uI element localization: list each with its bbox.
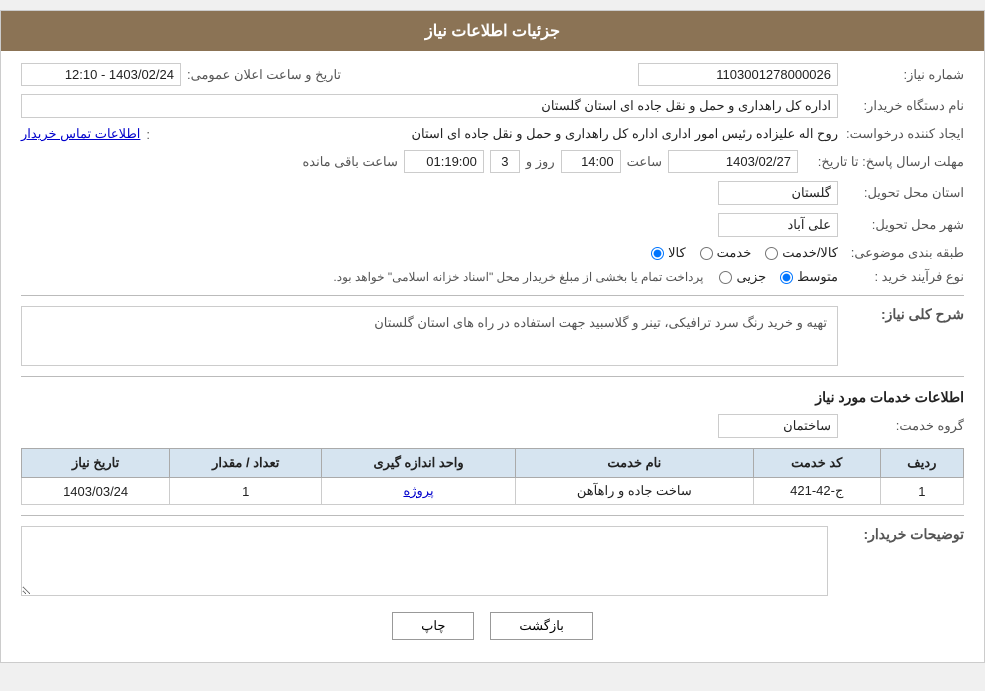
radio-jozii-label: جزیی: [736, 269, 766, 285]
page-header: جزئیات اطلاعات نیاز: [1, 11, 984, 51]
row-name-dastgah: نام دستگاه خریدار: اداره کل راهداری و حم…: [21, 94, 964, 118]
radio-kala-khedmat-input[interactable]: [765, 247, 778, 260]
sharh-value: تهیه و خرید رنگ سرد ترافیکی، تینر و گلاس…: [21, 306, 838, 366]
row-sharh: شرح کلی نیاز: تهیه و خرید رنگ سرد ترافیک…: [21, 306, 964, 366]
services-table-section: ردیف کد خدمت نام خدمت واحد اندازه گیری ت…: [21, 448, 964, 505]
mohlet-rooz-label: روز و: [526, 154, 555, 170]
mohlet-remaining-value: 01:19:00: [404, 150, 484, 173]
row-goroh: گروه خدمت: ساختمان: [21, 414, 964, 438]
mohlet-rooz-value: 3: [490, 150, 520, 173]
farayand-note: پرداخت تمام یا بخشی از مبلغ خریدار محل "…: [333, 270, 703, 284]
goroh-label: گروه خدمت:: [844, 418, 964, 434]
print-button[interactable]: چاپ: [392, 612, 474, 640]
ijad-label: ایجاد کننده درخواست:: [844, 126, 964, 142]
radio-kala-label: کالا: [668, 245, 686, 261]
radio-kala-input[interactable]: [651, 247, 664, 260]
tabaqe-radio-group: کالا/خدمت خدمت کالا: [651, 245, 838, 261]
page-wrapper: جزئیات اطلاعات نیاز شماره نیاز: 11030012…: [0, 10, 985, 663]
radio-khedmat[interactable]: خدمت: [700, 245, 752, 261]
content-area: شماره نیاز: 1103001278000026 تاریخ و ساع…: [1, 51, 984, 662]
col-name: نام خدمت: [515, 449, 753, 478]
row-tawsihat: توضیحات خریدار:: [21, 526, 964, 596]
cell-code: ج-42-421: [753, 478, 880, 505]
radio-kala-khedmat[interactable]: کالا/خدمت: [765, 245, 838, 261]
ostan-value: گلستان: [718, 181, 838, 205]
khadamat-section-title: اطلاعات خدمات مورد نیاز: [21, 389, 964, 406]
row-nooe-farayand: نوع فرآیند خرید : متوسط جزیی پرداخت تمام…: [21, 269, 964, 285]
ostan-label: استان محل تحویل:: [844, 185, 964, 201]
mohlet-saat-value: 14:00: [561, 150, 621, 173]
row-ostan: استان محل تحویل: گلستان: [21, 181, 964, 205]
row-mohlet: مهلت ارسال پاسخ: تا تاریخ: 1403/02/27 سا…: [21, 150, 964, 173]
name-dastgah-value: اداره کل راهداری و حمل و نقل جاده ای است…: [21, 94, 838, 118]
name-dastgah-label: نام دستگاه خریدار:: [844, 98, 964, 114]
radio-motavaset[interactable]: متوسط: [780, 269, 838, 285]
row-ijad: ایجاد کننده درخواست: روح اله علیزاده رئی…: [21, 126, 964, 142]
tarikh-label: تاریخ و ساعت اعلان عمومی:: [187, 67, 341, 83]
services-table: ردیف کد خدمت نام خدمت واحد اندازه گیری ت…: [21, 448, 964, 505]
cell-count: 1: [170, 478, 322, 505]
ijad-value: روح اله علیزاده رئیس امور اداری اداره کل…: [160, 126, 838, 142]
col-code: کد خدمت: [753, 449, 880, 478]
nooe-farayand-label: نوع فرآیند خرید :: [844, 269, 964, 285]
cell-date: 1403/03/24: [22, 478, 170, 505]
mohlet-saat-label: ساعت: [627, 154, 662, 170]
goroh-value: ساختمان: [718, 414, 838, 438]
col-radif: ردیف: [880, 449, 963, 478]
back-button[interactable]: بازگشت: [490, 612, 592, 640]
sharh-label: شرح کلی نیاز:: [844, 306, 964, 323]
tawsihat-textarea[interactable]: [21, 526, 828, 596]
cell-name: ساخت جاده و راهآهن: [515, 478, 753, 505]
shahr-value: علی آباد: [718, 213, 838, 237]
mohlet-label: مهلت ارسال پاسخ: تا تاریخ:: [804, 154, 964, 170]
cell-radif: 1: [880, 478, 963, 505]
radio-khedmat-input[interactable]: [700, 247, 713, 260]
shomara-value: 1103001278000026: [638, 63, 838, 86]
radio-kala[interactable]: کالا: [651, 245, 686, 261]
tarikh-value: 1403/02/24 - 12:10: [21, 63, 181, 86]
buttons-row: بازگشت چاپ: [21, 612, 964, 640]
divider-1: [21, 295, 964, 296]
radio-khedmat-label: خدمت: [717, 245, 752, 261]
radio-jozii-input[interactable]: [719, 271, 732, 284]
cell-unit[interactable]: پروژه: [322, 478, 516, 505]
col-date: تاریخ نیاز: [22, 449, 170, 478]
col-count: تعداد / مقدار: [170, 449, 322, 478]
tabaqe-label: طبقه بندی موضوعی:: [844, 245, 964, 261]
radio-motavaset-label: متوسط: [797, 269, 838, 285]
page-title: جزئیات اطلاعات نیاز: [425, 23, 560, 40]
mohlet-date: 1403/02/27: [668, 150, 798, 173]
shahr-label: شهر محل تحویل:: [844, 217, 964, 233]
radio-kala-khedmat-label: کالا/خدمت: [782, 245, 838, 261]
row-tabaqe: طبقه بندی موضوعی: کالا/خدمت خدمت کالا: [21, 245, 964, 261]
row-shomara-tarikh: شماره نیاز: 1103001278000026 تاریخ و ساع…: [21, 63, 964, 86]
shomara-label: شماره نیاز:: [844, 67, 964, 83]
tawsihat-label: توضیحات خریدار:: [834, 526, 964, 543]
mohlet-remaining-label: ساعت باقی مانده: [302, 154, 397, 170]
divider-2: [21, 376, 964, 377]
col-unit: واحد اندازه گیری: [322, 449, 516, 478]
radio-motavaset-input[interactable]: [780, 271, 793, 284]
nooe-farayand-radio-group: متوسط جزیی: [719, 269, 838, 285]
divider-3: [21, 515, 964, 516]
radio-jozii[interactable]: جزیی: [719, 269, 766, 285]
ijad-link[interactable]: اطلاعات تماس خریدار: [21, 126, 140, 142]
table-row: 1 ج-42-421 ساخت جاده و راهآهن پروژه 1 14…: [22, 478, 964, 505]
row-shahr: شهر محل تحویل: علی آباد: [21, 213, 964, 237]
